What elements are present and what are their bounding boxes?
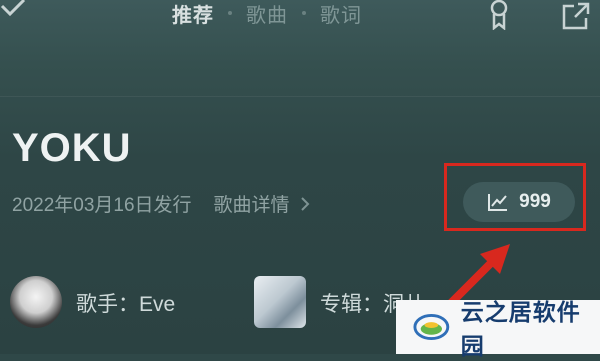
tab-separator (228, 11, 232, 15)
tab-separator (302, 11, 306, 15)
tab-bar: 推荐 歌曲 歌词 (172, 0, 362, 28)
release-date: 2022年03月16日发行 (12, 195, 192, 216)
back-icon[interactable] (0, 0, 30, 26)
award-icon[interactable] (486, 0, 512, 30)
top-bar: 推荐 歌曲 歌词 (0, 0, 600, 36)
artist-avatar[interactable] (10, 276, 62, 328)
album-cover[interactable] (254, 276, 306, 328)
song-details-link[interactable]: 歌曲详情 (214, 190, 310, 217)
watermark: 云之居软件园 (396, 299, 600, 359)
watermark-text: 云之居软件园 (460, 299, 581, 359)
tab-lyrics[interactable]: 歌词 (320, 0, 362, 28)
artist-label[interactable]: 歌手：Eve (76, 288, 175, 318)
song-title: YOKU (12, 126, 132, 170)
watermark-logo (413, 313, 450, 341)
share-icon[interactable] (560, 0, 592, 32)
song-detail-screen: 推荐 歌曲 歌词 YOKU 2022年03月16日发行 歌曲详情 999 歌手：… (0, 0, 600, 359)
tab-songs[interactable]: 歌曲 (246, 0, 288, 28)
tab-recommend[interactable]: 推荐 (172, 0, 214, 28)
header-divider (0, 96, 600, 97)
song-meta: 2022年03月16日发行 歌曲详情 (12, 190, 310, 217)
annotation-highlight-box (444, 163, 586, 231)
song-details-label: 歌曲详情 (213, 195, 290, 216)
chevron-right-icon (300, 196, 309, 211)
